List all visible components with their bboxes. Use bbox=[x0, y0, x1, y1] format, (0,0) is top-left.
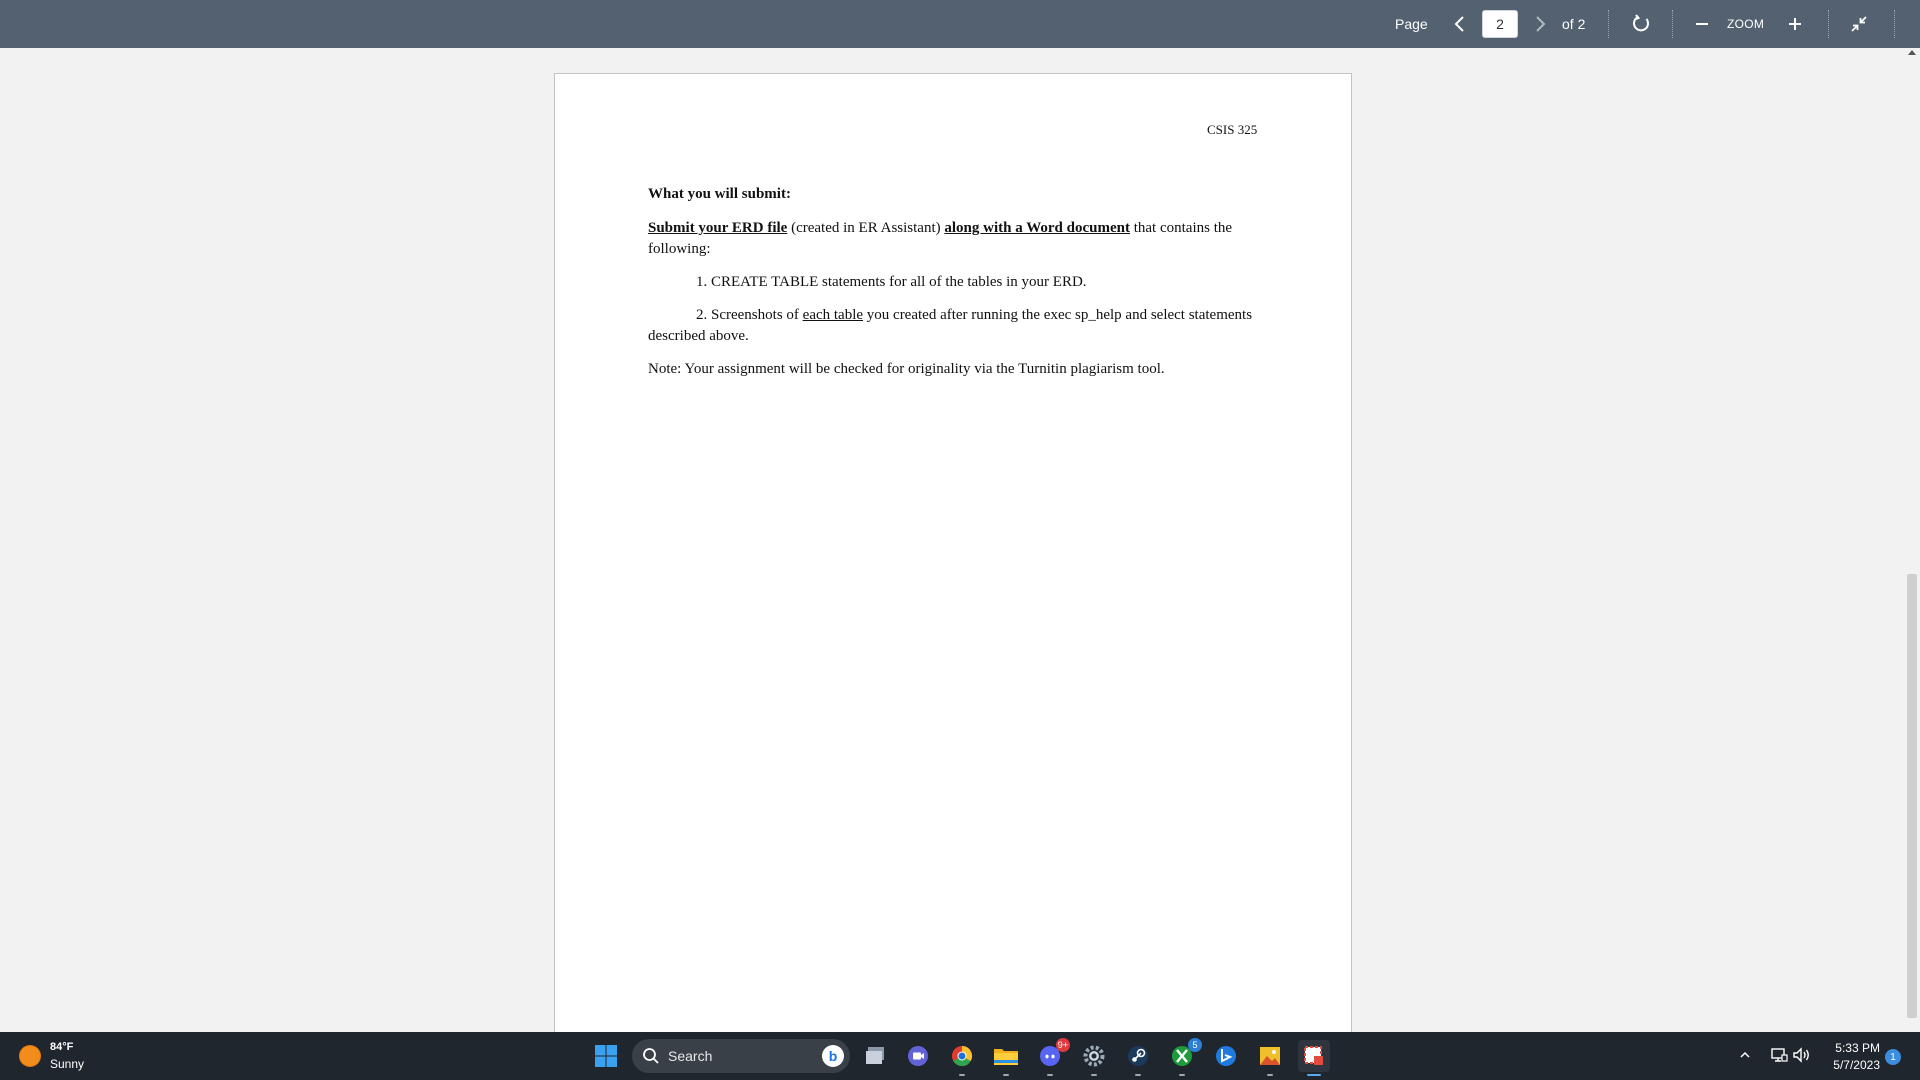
steam-button[interactable] bbox=[1122, 1040, 1154, 1076]
chevron-right-icon bbox=[1536, 16, 1546, 32]
windows-logo-icon bbox=[595, 1045, 617, 1067]
bing-icon[interactable]: b bbox=[822, 1045, 844, 1067]
volume-button[interactable] bbox=[1792, 1046, 1812, 1064]
document-page: CSIS 325 What you will submit: Submit yo… bbox=[554, 73, 1352, 1032]
next-page-button[interactable] bbox=[1528, 12, 1552, 36]
show-hidden-icons-button[interactable] bbox=[1738, 1048, 1752, 1062]
taskbar-search[interactable]: Search b bbox=[632, 1039, 850, 1073]
running-indicator bbox=[1179, 1074, 1185, 1076]
list-item-2: 2. Screenshots of each table you created… bbox=[648, 305, 1268, 347]
notification-badge[interactable]: 1 bbox=[1885, 1049, 1901, 1065]
toolbar-divider bbox=[1672, 10, 1673, 38]
rotate-button[interactable] bbox=[1628, 11, 1654, 37]
speaker-icon bbox=[1793, 1047, 1809, 1063]
list-item-2-prefix: 2. Screenshots of bbox=[696, 307, 803, 323]
teams-chat-icon bbox=[908, 1046, 928, 1066]
viewer-toolbar: Page 2 of 2 ZOOM bbox=[0, 0, 1920, 48]
running-indicator bbox=[1135, 1074, 1141, 1076]
word-document-text: along with a Word document bbox=[944, 220, 1130, 236]
windows-taskbar: 84°F Sunny Search b 9+ 5 5:33 PM 5/7/202… bbox=[0, 1032, 1920, 1080]
rotate-icon bbox=[1633, 14, 1649, 32]
discord-badge: 9+ bbox=[1055, 1038, 1070, 1052]
snipping-tool-button[interactable] bbox=[1298, 1040, 1330, 1076]
edge-bing-button[interactable] bbox=[1210, 1040, 1242, 1072]
chevron-up-icon bbox=[1740, 1051, 1750, 1058]
scroll-up-arrow-icon[interactable] bbox=[1908, 50, 1916, 55]
zoom-in-button[interactable] bbox=[1782, 11, 1808, 37]
collapse-icon bbox=[1851, 16, 1867, 32]
toolbar-divider bbox=[1608, 10, 1609, 38]
previous-page-button[interactable] bbox=[1448, 12, 1472, 36]
settings-button[interactable] bbox=[1078, 1040, 1110, 1076]
submit-instructions: Submit your ERD file (created in ER Assi… bbox=[648, 218, 1268, 260]
vertical-scrollbar[interactable] bbox=[1904, 48, 1920, 1032]
running-indicator bbox=[959, 1074, 965, 1076]
zoom-out-button[interactable] bbox=[1690, 12, 1714, 36]
search-icon bbox=[643, 1048, 659, 1064]
plus-icon bbox=[1789, 18, 1801, 30]
minus-icon bbox=[1696, 23, 1708, 25]
zoom-label: ZOOM bbox=[1727, 17, 1765, 31]
page-count-label: of 2 bbox=[1562, 16, 1586, 32]
submit-text-1: (created in ER Assistant) bbox=[787, 220, 945, 236]
running-indicator bbox=[1047, 1074, 1053, 1076]
scroll-thumb[interactable] bbox=[1907, 574, 1917, 1018]
teams-chat-button[interactable] bbox=[902, 1040, 934, 1072]
photos-button[interactable] bbox=[1254, 1040, 1286, 1076]
network-icon bbox=[1771, 1048, 1788, 1062]
xbox-badge: 5 bbox=[1188, 1038, 1202, 1052]
xbox-button[interactable]: 5 bbox=[1166, 1038, 1202, 1076]
running-indicator bbox=[1267, 1074, 1273, 1076]
running-indicator bbox=[1003, 1074, 1009, 1076]
file-explorer-button[interactable] bbox=[990, 1040, 1022, 1076]
start-button[interactable] bbox=[590, 1040, 622, 1072]
file-explorer-icon bbox=[994, 1049, 1018, 1065]
task-view-button[interactable] bbox=[860, 1040, 892, 1072]
discord-button[interactable]: 9+ bbox=[1034, 1038, 1070, 1076]
search-placeholder: Search bbox=[668, 1048, 713, 1064]
sun-icon[interactable] bbox=[20, 1046, 40, 1066]
steam-icon bbox=[1128, 1046, 1148, 1066]
weather-temperature[interactable]: 84°F bbox=[50, 1041, 73, 1053]
network-button[interactable] bbox=[1770, 1046, 1788, 1064]
snipping-tool-icon bbox=[1304, 1046, 1323, 1065]
clock-time[interactable]: 5:33 PM bbox=[1830, 1041, 1880, 1055]
document-viewport[interactable]: CSIS 325 What you will submit: Submit yo… bbox=[0, 48, 1920, 1032]
task-view-icon bbox=[866, 1047, 884, 1064]
chevron-left-icon bbox=[1454, 16, 1464, 32]
originality-note: Note: Your assignment will be checked fo… bbox=[648, 361, 1165, 377]
photos-icon bbox=[1260, 1047, 1280, 1065]
course-code-header: CSIS 325 bbox=[1207, 122, 1258, 137]
chrome-icon bbox=[952, 1045, 973, 1067]
list-item-2-underline: each table bbox=[802, 307, 864, 323]
gear-icon bbox=[1083, 1045, 1105, 1067]
section-heading: What you will submit: bbox=[648, 186, 791, 202]
submit-erd-text: Submit your ERD file bbox=[648, 220, 788, 236]
page-number-input[interactable]: 2 bbox=[1482, 10, 1518, 38]
page-label: Page bbox=[1395, 16, 1428, 32]
list-item-1: 1. CREATE TABLE statements for all of th… bbox=[696, 274, 1087, 290]
weather-condition[interactable]: Sunny bbox=[50, 1057, 84, 1071]
clock-date[interactable]: 5/7/2023 bbox=[1820, 1058, 1880, 1072]
edge-bing-icon bbox=[1216, 1046, 1236, 1066]
toolbar-divider bbox=[1894, 10, 1895, 38]
running-indicator bbox=[1091, 1074, 1097, 1076]
toolbar-divider bbox=[1828, 10, 1829, 38]
chrome-button[interactable] bbox=[946, 1040, 978, 1076]
active-indicator bbox=[1307, 1074, 1321, 1076]
exit-fullscreen-button[interactable] bbox=[1846, 11, 1872, 37]
